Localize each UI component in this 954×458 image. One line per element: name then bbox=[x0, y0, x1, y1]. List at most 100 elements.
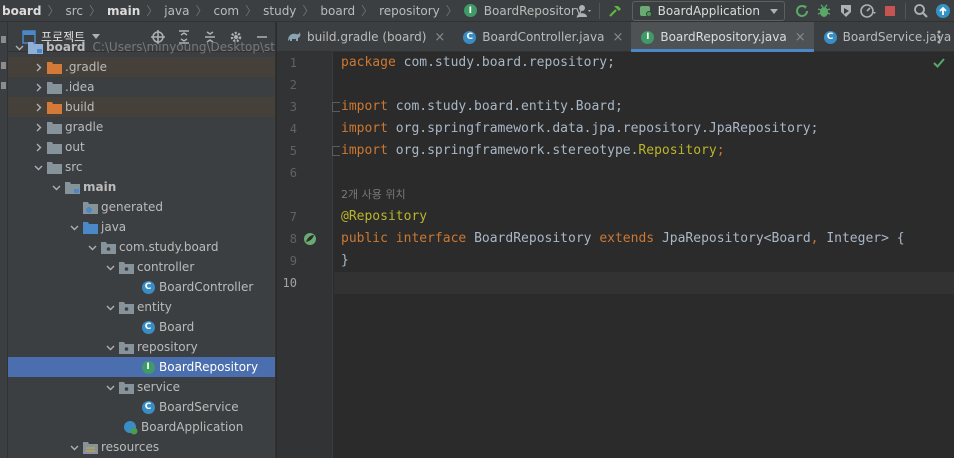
class-c-badge: C bbox=[141, 320, 155, 334]
code-text: } bbox=[341, 253, 349, 268]
chevron-right-icon[interactable] bbox=[30, 137, 46, 157]
tree-item-gradle-hidden[interactable]: .gradle bbox=[8, 57, 275, 77]
tool-window-button[interactable] bbox=[1, 82, 6, 89]
chevron-down-icon[interactable] bbox=[102, 297, 118, 317]
project-tree: board C:\Users\minyoung\Desktop\st .grad… bbox=[8, 37, 275, 457]
spring-bean-gutter-icon[interactable] bbox=[303, 232, 317, 249]
tab-label: build.gradle (board) bbox=[307, 30, 427, 44]
tree-item-gradle[interactable]: gradle bbox=[8, 117, 275, 137]
breadcrumb-main[interactable]: main bbox=[105, 4, 142, 18]
project-tool-window: 프로젝트 board C:\Users\minyoung\Desktop\st … bbox=[8, 22, 276, 458]
tree-item-board-class[interactable]: C Board bbox=[8, 317, 275, 337]
run-configuration-selector[interactable]: BoardApplication bbox=[631, 1, 785, 21]
tree-item-src[interactable]: src bbox=[8, 157, 275, 177]
tree-item-out[interactable]: out bbox=[8, 137, 275, 157]
tree-item-build[interactable]: build bbox=[8, 97, 275, 117]
breadcrumb-java[interactable]: java bbox=[162, 4, 191, 18]
breadcrumb-separator: 〉 bbox=[195, 4, 208, 18]
chevron-down-icon[interactable] bbox=[12, 37, 28, 57]
code-keyword: public bbox=[341, 231, 388, 246]
code-usage-hint[interactable]: 2개 사용 위치 bbox=[334, 184, 954, 206]
code-editor[interactable]: package com.study.board.repository; impo… bbox=[334, 52, 954, 458]
chevron-right-icon[interactable] bbox=[30, 97, 46, 117]
line-number: 5 bbox=[289, 144, 297, 158]
chevron-right-icon[interactable] bbox=[30, 57, 46, 77]
tree-label: build bbox=[65, 100, 95, 114]
breadcrumb-study[interactable]: study bbox=[261, 4, 298, 18]
chevron-down-icon[interactable] bbox=[102, 337, 118, 357]
line-number: 8 bbox=[289, 232, 297, 246]
close-icon[interactable]: × bbox=[795, 30, 806, 45]
excluded-folder-icon bbox=[46, 99, 62, 115]
tab-board-repository[interactable]: I BoardRepository.java × bbox=[631, 22, 814, 52]
user-icon[interactable] bbox=[573, 0, 595, 22]
build-hammer-icon[interactable] bbox=[604, 0, 626, 22]
tree-item-board-service[interactable]: C BoardService bbox=[8, 397, 275, 417]
update-icon[interactable] bbox=[932, 0, 954, 22]
tab-label: BoardRepository.java bbox=[660, 30, 787, 44]
tree-item-entity[interactable]: entity bbox=[8, 297, 275, 317]
close-icon[interactable]: × bbox=[434, 30, 445, 45]
tree-item-repository[interactable]: repository bbox=[8, 337, 275, 357]
chevron-down-icon[interactable] bbox=[84, 237, 100, 257]
tree-item-java[interactable]: java bbox=[8, 217, 275, 237]
breadcrumb-board-repository[interactable]: BoardRepository bbox=[482, 4, 585, 18]
run-coverage-icon[interactable] bbox=[835, 0, 857, 22]
breadcrumb-com[interactable]: com bbox=[211, 4, 241, 18]
tree-item-board-controller[interactable]: C BoardController bbox=[8, 277, 275, 297]
interface-icon: I bbox=[641, 30, 655, 44]
profiler-icon[interactable] bbox=[857, 0, 879, 22]
breadcrumb-repository[interactable]: repository bbox=[377, 4, 442, 18]
tree-label: generated bbox=[101, 200, 163, 214]
debug-bug-icon[interactable] bbox=[813, 0, 835, 22]
tree-item-controller[interactable]: controller bbox=[8, 257, 275, 277]
tree-item-board-root[interactable]: board C:\Users\minyoung\Desktop\st bbox=[8, 37, 275, 57]
tree-item-resources[interactable]: resources bbox=[8, 437, 275, 457]
close-icon[interactable]: × bbox=[612, 30, 623, 45]
tree-label: BoardRepository bbox=[159, 360, 259, 374]
chevron-down-icon[interactable] bbox=[102, 377, 118, 397]
code-keyword: import bbox=[341, 99, 388, 114]
tree-label: java bbox=[101, 220, 127, 234]
stop-icon[interactable] bbox=[879, 0, 901, 22]
chevron-down-icon[interactable] bbox=[30, 157, 46, 177]
chevron-down-icon[interactable] bbox=[66, 437, 82, 457]
tree-item-board-application[interactable]: BoardApplication bbox=[8, 417, 275, 437]
tree-item-service[interactable]: service bbox=[8, 377, 275, 397]
search-icon[interactable] bbox=[910, 0, 932, 22]
chevron-right-icon[interactable] bbox=[30, 77, 46, 97]
package-icon bbox=[118, 259, 134, 275]
editor-tab-bar: build.gradle (board) × C BoardController… bbox=[277, 22, 954, 52]
breadcrumb-board-package[interactable]: board bbox=[318, 4, 357, 18]
line-number: 2 bbox=[289, 78, 297, 92]
tree-item-com-study-board[interactable]: com.study.board bbox=[8, 237, 275, 257]
tree-label: Board bbox=[159, 320, 195, 334]
usage-hint-text[interactable]: 2개 사용 위치 bbox=[341, 188, 406, 201]
tree-item-main[interactable]: main bbox=[8, 177, 275, 197]
run-configuration-label: BoardApplication bbox=[657, 4, 760, 18]
tool-window-button[interactable] bbox=[1, 62, 6, 69]
class-icon: C bbox=[140, 399, 156, 415]
class-icon: C bbox=[463, 30, 477, 44]
more-tabs-icon[interactable] bbox=[924, 22, 954, 52]
code-line-10-current bbox=[334, 272, 954, 294]
tab-build-gradle[interactable]: build.gradle (board) × bbox=[277, 22, 453, 52]
chevron-down-icon[interactable] bbox=[66, 217, 82, 237]
breadcrumb-board[interactable]: board bbox=[0, 4, 43, 18]
breadcrumb-src[interactable]: src bbox=[63, 4, 85, 18]
chevron-down-icon[interactable] bbox=[48, 177, 64, 197]
folder-icon bbox=[46, 119, 62, 135]
code-type: JpaRepository<Board bbox=[661, 231, 811, 246]
tree-item-generated[interactable]: generated bbox=[8, 197, 275, 217]
tab-board-controller[interactable]: C BoardController.java × bbox=[453, 22, 631, 52]
tree-label: BoardApplication bbox=[141, 420, 244, 434]
code-text: org.springframework.stereotype. bbox=[387, 143, 639, 158]
project-tool-button[interactable] bbox=[1, 36, 6, 43]
chevron-right-icon[interactable] bbox=[30, 117, 46, 137]
chevron-down-icon[interactable] bbox=[102, 257, 118, 277]
code-line-4: import org.springframework.data.jpa.repo… bbox=[334, 118, 954, 140]
tree-item-board-repository[interactable]: I BoardRepository bbox=[8, 357, 275, 377]
code-line-3: import com.study.board.entity.Board; bbox=[334, 96, 954, 118]
tree-item-idea[interactable]: .idea bbox=[8, 77, 275, 97]
rerun-icon[interactable] bbox=[791, 0, 813, 22]
